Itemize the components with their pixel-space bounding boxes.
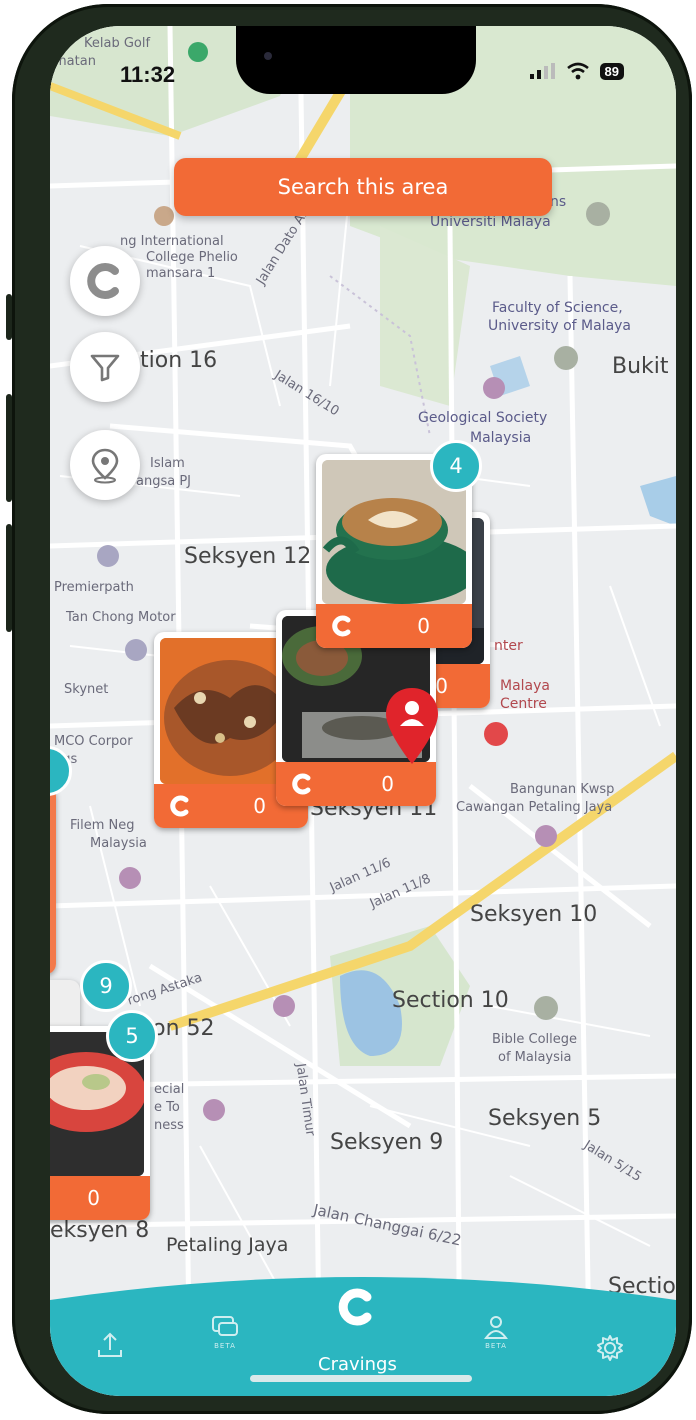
map-label-malaya-centre: Malaya (500, 678, 550, 694)
status-time: 11:32 (120, 62, 176, 87)
map-label-bukit: Bukit (612, 354, 669, 379)
status-icons: 89 (529, 62, 624, 80)
food-card-bar: 0 (276, 762, 436, 806)
cluster-count-badge[interactable]: 9 (80, 960, 132, 1012)
signal-icon (529, 63, 555, 79)
home-indicator (250, 1375, 472, 1382)
person-icon (484, 1316, 508, 1339)
map-label-seksyen-9: Seksyen 9 (330, 1130, 444, 1155)
filter-icon (90, 354, 120, 382)
cravings-logo-button[interactable] (70, 246, 140, 316)
cravings-logo-icon (339, 1288, 372, 1326)
upload-icon (98, 1332, 122, 1357)
map-label-ness: ness (154, 1118, 184, 1133)
wifi-icon (566, 62, 589, 80)
map-label-cawangan: Cawangan Petaling Jaya (456, 800, 613, 815)
food-card-bar: 0 (50, 1176, 150, 1220)
map-label-tan-chong: Tan Chong Motor (66, 610, 176, 625)
food-card-bar: 0 (316, 604, 472, 648)
map-label-filem-2: Malaysia (90, 836, 147, 851)
map-label-sangsa: angsa PJ (136, 474, 192, 489)
map-label-mco: MCO Corpor (54, 734, 133, 749)
map-label-seksyen-10: Seksyen 10 (470, 902, 598, 927)
map-label-islam: Islam (150, 456, 185, 471)
food-card-count: 0 (253, 794, 266, 818)
food-card-count: 0 (87, 1186, 100, 1210)
camera-dot (264, 52, 272, 60)
tab-profile-beta-label: BETA (485, 1342, 507, 1350)
map-label-kelab-golf: Kelab Golf (84, 36, 151, 51)
my-location-button[interactable] (70, 430, 140, 500)
map-label-mansara: mansara 1 (146, 266, 216, 281)
map-label-seksyen-12: Seksyen 12 (184, 544, 312, 569)
map-label-seksyen-8: eksyen 8 (50, 1218, 150, 1243)
volume-up-button (6, 394, 12, 502)
tab-cravings-label: Cravings (318, 1354, 397, 1375)
cluster-count-badge[interactable]: 5 (106, 1010, 158, 1062)
map-label-intl-college: ng International (120, 234, 224, 249)
map-label-faculty: Faculty of Science, (492, 300, 623, 316)
cravings-logo-icon (87, 263, 119, 299)
map-label-enter: nter (494, 638, 523, 654)
map-label-premierpath: Premierpath (54, 580, 134, 595)
map-label-universiti-malaya: Universiti Malaya (430, 214, 551, 230)
map-label-amatan: matan (54, 54, 96, 69)
map-label-malaya-centre-2: Centre (500, 696, 547, 712)
notch (236, 26, 476, 94)
map-label-bible-2: of Malaysia (498, 1050, 572, 1065)
food-card-count: 0 (417, 614, 430, 638)
map-label-bible: Bible College (492, 1032, 578, 1047)
map-label-filem: Filem Neg (70, 818, 135, 833)
cravings-logo-icon (170, 795, 189, 817)
filter-button[interactable] (70, 332, 140, 402)
user-location-pin-icon[interactable] (384, 686, 440, 766)
mute-switch (6, 294, 12, 340)
cravings-logo-icon (332, 615, 351, 637)
tab-upload[interactable] (96, 1330, 124, 1360)
map-label-section-10: Section 10 (392, 988, 509, 1013)
cravings-logo-icon (292, 773, 311, 795)
map-label-college-phelio: College Phelio (146, 250, 238, 265)
map-label-seksyen-5: Seksyen 5 (488, 1106, 602, 1131)
map-label-petaling: Petaling Jaya (166, 1234, 289, 1256)
map-label-skynet: Skynet (64, 682, 109, 697)
map-label-special: ecial (154, 1082, 185, 1097)
tab-chat-beta-label: BETA (214, 1342, 236, 1350)
food-card-partial-fill (50, 786, 56, 974)
tab-cravings[interactable]: Cravings (318, 1286, 397, 1375)
cluster-count-badge[interactable]: 4 (430, 440, 482, 492)
screen: Kelab Golf matan ng International Colleg… (50, 26, 676, 1396)
location-pin-icon (91, 448, 119, 484)
search-this-area-button[interactable]: Search this area (174, 158, 552, 216)
map-label-bangunan: Bangunan Kwsp (510, 782, 615, 797)
gear-icon (597, 1335, 623, 1361)
map-label-geological-2: Malaysia (470, 430, 532, 446)
food-card-count: 0 (381, 772, 394, 796)
map-label-to: e To (154, 1100, 180, 1115)
battery-indicator: 89 (599, 62, 624, 80)
map-label-universiti: ns (550, 194, 567, 210)
food-card-partial[interactable] (50, 786, 56, 974)
map-label-faculty-2: University of Malaya (488, 318, 632, 334)
volume-down-button (6, 524, 12, 632)
chat-icon (212, 1316, 238, 1336)
tab-profile-beta[interactable]: BETA (482, 1314, 510, 1350)
tab-chat-beta[interactable]: BETA (210, 1314, 240, 1350)
map-label-section-16: tion 16 (140, 348, 218, 373)
map-label-geological: Geological Society (418, 410, 548, 426)
tab-settings[interactable] (596, 1334, 624, 1362)
